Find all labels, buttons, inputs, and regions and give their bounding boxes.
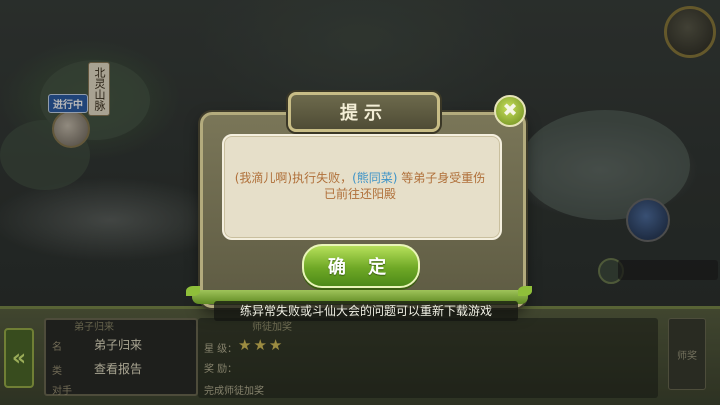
close-icon: ✖ [502,100,518,121]
leaf-icon [186,286,200,296]
dialog-title-plate: 提示 [288,92,440,132]
dialog-message: (我滴儿啊)执行失败，(熊同菜) 等弟子身受重伤已前往还阳殿 [230,170,490,202]
confirm-button[interactable]: 确 定 [302,244,420,288]
highlight-name: (熊同菜) [352,171,398,185]
game-screen: 北灵山脉 进行中 « 弟子归来 名 类 对手 弟子归来 查看报告 师徒加奖 星 … [0,0,720,405]
notice-banner: 练异常失败或斗仙大会的问题可以重新下载游戏 [214,301,518,321]
dialog-title: 提示 [340,103,388,124]
close-button[interactable]: ✖ [494,95,526,127]
message-prefix: (我滴儿啊)执行失败， [234,171,353,185]
leaf-icon [518,286,532,296]
